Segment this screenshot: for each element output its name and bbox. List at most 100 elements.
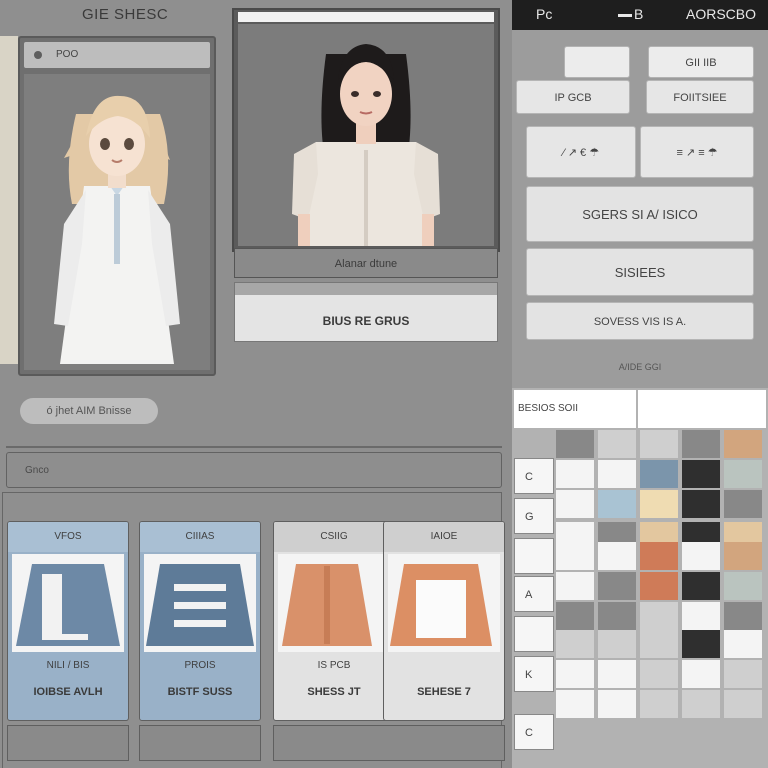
color-swatch[interactable]	[598, 630, 636, 658]
palette-row-label	[514, 616, 554, 652]
color-swatch[interactable]	[640, 630, 678, 658]
color-swatch[interactable]	[682, 660, 720, 688]
minimize-icon[interactable]	[618, 14, 632, 17]
color-swatch[interactable]	[598, 660, 636, 688]
color-swatch[interactable]	[682, 572, 720, 600]
sidebar-chip[interactable]: GII IIB	[648, 46, 754, 78]
color-swatch[interactable]	[724, 660, 762, 688]
color-swatch[interactable]	[640, 660, 678, 688]
color-swatch[interactable]	[682, 690, 720, 718]
color-swatch[interactable]	[640, 542, 678, 570]
clothing-card[interactable]: CSIIG IS PCB SHESS JT	[273, 521, 395, 721]
sidebar-tool-button[interactable]: ⁄ ↗ € ☂	[526, 126, 636, 178]
card-name: IS PCB	[317, 660, 351, 671]
color-swatch[interactable]	[598, 572, 636, 600]
card-header: VFOS	[8, 522, 128, 552]
character-panel-2-topbar	[238, 12, 494, 22]
color-swatch[interactable]	[682, 542, 720, 570]
color-swatch[interactable]	[724, 602, 762, 630]
color-swatch[interactable]	[556, 660, 594, 688]
palette-row-label	[514, 538, 554, 574]
topbar-middle-label[interactable]: B	[634, 6, 643, 22]
color-swatch[interactable]	[724, 572, 762, 600]
color-swatch[interactable]	[640, 602, 678, 630]
color-swatch[interactable]	[724, 460, 762, 488]
clothing-card[interactable]: IAIOE SEHESE 7	[383, 521, 505, 721]
color-swatch[interactable]	[640, 460, 678, 488]
color-swatch[interactable]	[598, 690, 636, 718]
palette-row-label: G	[514, 498, 554, 534]
topbar-left-label[interactable]: Pc	[536, 6, 552, 22]
color-swatch[interactable]	[724, 542, 762, 570]
character-caption: Alanar dtune	[234, 248, 498, 278]
card-footer	[7, 725, 129, 761]
color-swatch[interactable]	[640, 690, 678, 718]
card-blouse-image	[388, 554, 500, 652]
sidebar-big-button[interactable]: SOVESS VIS IS A.	[526, 302, 754, 340]
card-name: PROIS	[184, 660, 216, 671]
left-edge-strip	[0, 36, 18, 364]
character-panel-1: POO	[18, 36, 216, 376]
sidebar-tool-button[interactable]: ≡ ↗ ≡ ☂	[640, 126, 754, 178]
color-swatch[interactable]	[682, 460, 720, 488]
section-divider	[6, 446, 502, 448]
color-swatch[interactable]	[724, 630, 762, 658]
color-swatch[interactable]	[682, 430, 720, 458]
sidebar-button[interactable]: FOIITSIEE	[646, 80, 754, 114]
color-swatch[interactable]	[640, 572, 678, 600]
color-palette: BESIOS SOII CGAKC	[512, 388, 768, 768]
blue-jacket-icon	[16, 564, 120, 646]
character-illustration-2	[292, 44, 440, 246]
color-swatch[interactable]	[598, 460, 636, 488]
panel-dot-icon	[34, 51, 42, 59]
color-swatch[interactable]	[724, 430, 762, 458]
character-panel-header[interactable]: POO	[24, 42, 210, 68]
color-swatch[interactable]	[724, 690, 762, 718]
color-swatch[interactable]	[598, 542, 636, 570]
color-swatch[interactable]	[556, 630, 594, 658]
app-title: GIE SHESC	[82, 6, 169, 23]
color-swatch[interactable]	[598, 490, 636, 518]
color-swatch[interactable]	[640, 430, 678, 458]
clothing-card[interactable]: VFOS NILI / BIS IOIBSE AVLH	[7, 521, 129, 721]
character-preview-1[interactable]	[24, 74, 210, 370]
sidebar-big-button[interactable]: SISIEES	[526, 248, 754, 296]
color-swatch[interactable]	[682, 602, 720, 630]
character-panel-label: POO	[56, 49, 79, 60]
card-shirt-image	[278, 554, 390, 652]
striped-sweater-icon	[146, 564, 254, 646]
color-swatch[interactable]	[682, 490, 720, 518]
color-swatch[interactable]	[598, 602, 636, 630]
search-input[interactable]: Gnco	[6, 452, 502, 488]
card-price: SHESS JT	[307, 686, 361, 698]
filter-pill-button[interactable]: ó jhet AIM Bnisse	[20, 398, 158, 424]
color-swatch[interactable]	[556, 542, 594, 570]
color-swatch[interactable]	[556, 460, 594, 488]
sidebar-chip[interactable]	[564, 46, 630, 78]
topbar-right-label[interactable]: AORSCBO	[686, 6, 756, 22]
orange-shirt-icon	[282, 564, 372, 646]
sidebar-button[interactable]: IP GCB	[516, 80, 630, 114]
color-swatch[interactable]	[556, 690, 594, 718]
palette-row-label: K	[514, 656, 554, 692]
character-action-button[interactable]: BIUS RE GRUS	[234, 282, 498, 342]
color-swatch[interactable]	[556, 602, 594, 630]
color-swatch[interactable]	[640, 490, 678, 518]
color-swatch[interactable]	[556, 490, 594, 518]
color-swatch[interactable]	[598, 430, 636, 458]
card-header: CIIIAS	[140, 522, 260, 552]
color-swatch[interactable]	[556, 430, 594, 458]
color-swatch[interactable]	[682, 630, 720, 658]
card-footer	[273, 725, 505, 761]
sidebar-big-button[interactable]: SGERS SI A/ ISICO	[526, 186, 754, 242]
palette-row-label: C	[514, 714, 554, 750]
color-swatch[interactable]	[556, 572, 594, 600]
card-name: NILI / BIS	[46, 660, 90, 671]
palette-header[interactable]: BESIOS SOII	[514, 390, 636, 428]
card-header: CSIIG	[274, 522, 394, 552]
character-preview-2[interactable]	[238, 24, 494, 246]
character-illustration-1	[54, 95, 180, 364]
color-swatch[interactable]	[724, 490, 762, 518]
clothing-card-grid: VFOS NILI / BIS IOIBSE AVLH CIIIAS PROIS…	[2, 492, 505, 768]
clothing-card[interactable]: CIIIAS PROIS BISTF SUSS	[139, 521, 261, 721]
